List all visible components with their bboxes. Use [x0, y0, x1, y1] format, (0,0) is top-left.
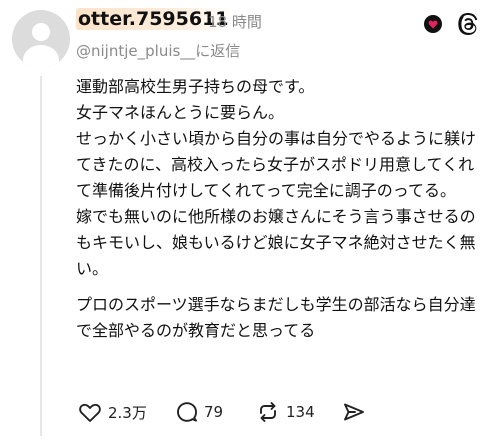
reply-to-label[interactable]: @nijntje_pluis__に返信	[76, 40, 240, 61]
avatar-body-shape	[23, 45, 59, 68]
action-bar: 2.3万 79 134	[78, 398, 398, 426]
avatar[interactable]	[12, 10, 70, 68]
like-count: 2.3万	[108, 403, 147, 422]
post-paragraph-4: 嫁でも無いのに他所様のお嬢さんにそう言う事させるのもキモいし、娘もいるけど娘に女…	[76, 207, 476, 278]
speech-bubble-icon	[177, 402, 197, 422]
post-paragraph-5: プロのスポーツ選手ならまだしも学生の部活なら自分達で全部やるのが教育だと思ってる	[76, 295, 476, 340]
comment-button[interactable]: 79	[176, 398, 223, 426]
post-paragraph-3: せっかく小さい頃から自分の事は自分でやるように躾けてきたのに、高校入ったら女子が…	[76, 129, 477, 200]
post-body: 運動部高校生男子持ちの母です。 女子マネほんとうに要らん。 せっかく小さい頃から…	[76, 74, 486, 344]
heart-follow-badge-icon	[424, 15, 442, 33]
post-paragraph-2: 女子マネほんとうに要らん。	[76, 103, 285, 122]
threads-logo-icon[interactable]	[456, 12, 480, 36]
repost-count: 134	[286, 403, 315, 421]
post-timestamp: 18 時間	[208, 13, 262, 31]
like-button[interactable]: 2.3万	[78, 398, 147, 426]
heart-outline-icon	[79, 403, 101, 422]
repost-button[interactable]: 134	[256, 398, 315, 426]
thread-post: otter.7595611 18 時間 @nijntje_pluis__に返信 …	[0, 0, 500, 447]
repost-icon	[260, 402, 276, 422]
send-icon	[344, 403, 364, 421]
comment-count: 79	[204, 403, 224, 421]
post-paragraph-1: 運動部高校生男子持ちの母です。	[76, 77, 315, 96]
thread-connector-line	[40, 76, 42, 436]
header-icons	[424, 12, 484, 36]
share-button[interactable]	[342, 398, 366, 426]
avatar-head-shape	[32, 23, 50, 41]
